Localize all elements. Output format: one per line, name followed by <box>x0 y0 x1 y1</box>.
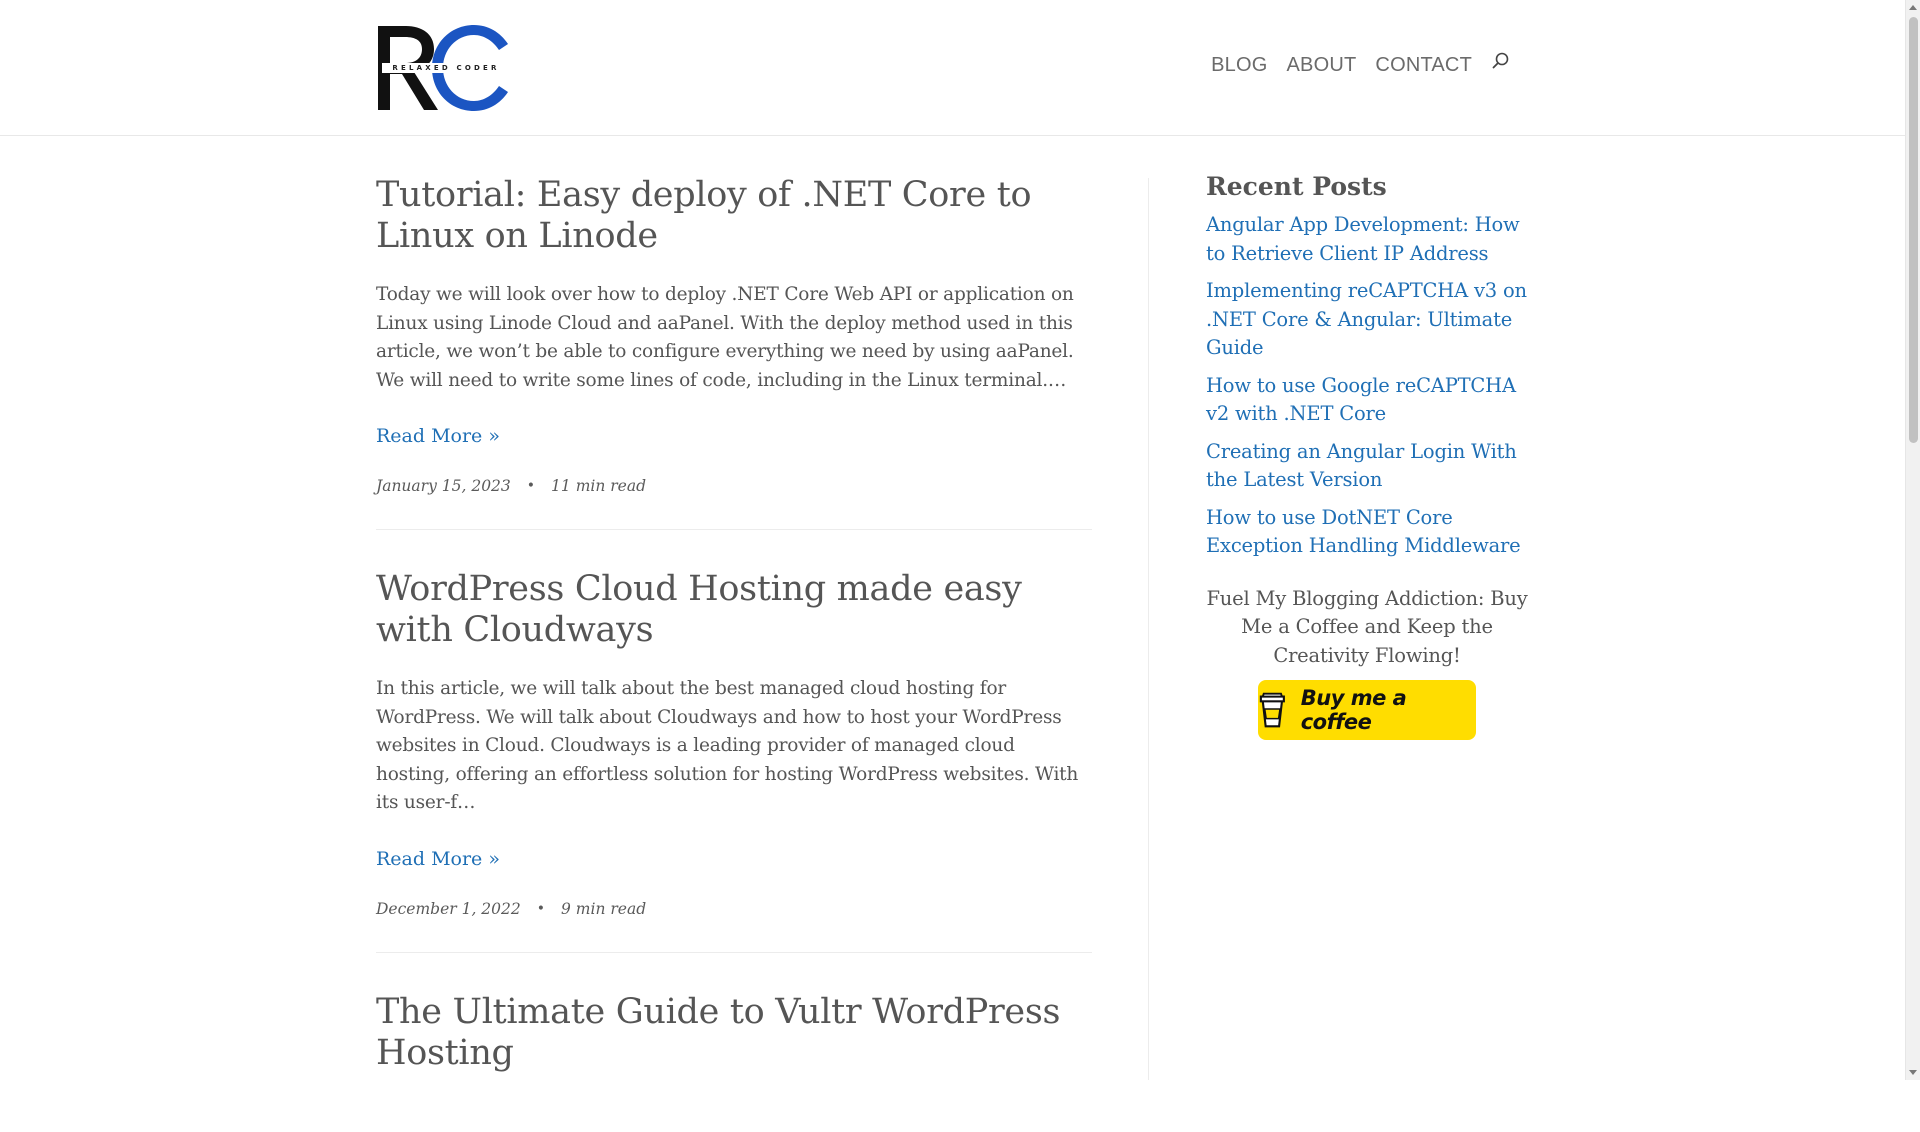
nav-blog[interactable]: BLOG <box>1211 54 1267 77</box>
column-divider <box>1148 178 1149 1080</box>
meta-separator: • <box>536 900 546 917</box>
post-list: Tutorial: Easy deploy of .NET Core to Li… <box>376 136 1092 1132</box>
read-more-link[interactable]: Read More » <box>376 425 500 447</box>
recent-post-link[interactable]: Implementing reCAPTCHA v3 on .NET Core &… <box>1206 279 1527 359</box>
page-scrollbar[interactable] <box>1905 0 1920 1080</box>
main-nav: BLOG ABOUT CONTACT <box>1211 51 1513 77</box>
post-item: The Ultimate Guide to Vultr WordPress Ho… <box>376 953 1092 1132</box>
post-read-time: 9 min read <box>561 899 647 918</box>
post-title[interactable]: WordPress Cloud Hosting made easy with C… <box>376 569 1092 651</box>
list-item: Angular App Development: How to Retrieve… <box>1206 211 1528 268</box>
post-date: January 15, 2023 <box>376 477 511 495</box>
coffee-text: Fuel My Blogging Addiction: Buy Me a Cof… <box>1206 586 1528 667</box>
read-more-link[interactable]: Read More » <box>376 848 500 870</box>
recent-post-link[interactable]: How to use DotNET Core Exception Handlin… <box>1206 506 1521 558</box>
post-meta: December 1, 2022 • 9 min read <box>376 900 1092 918</box>
post-date: December 1, 2022 <box>376 899 521 918</box>
recent-posts-list: Angular App Development: How to Retrieve… <box>1206 211 1528 561</box>
nav-about[interactable]: ABOUT <box>1287 54 1357 77</box>
nav-contact[interactable]: CONTACT <box>1375 54 1472 77</box>
list-item: How to use Google reCAPTCHA v2 with .NET… <box>1206 372 1528 429</box>
search-icon[interactable] <box>1491 51 1513 73</box>
recent-post-link[interactable]: Angular App Development: How to Retrieve… <box>1206 213 1520 265</box>
recent-post-link[interactable]: How to use Google reCAPTCHA v2 with .NET… <box>1206 374 1516 426</box>
site-header: RELAXED CODER BLOG ABOUT CONTACT <box>0 0 1905 136</box>
post-excerpt: In this article, we will talk about the … <box>376 678 1079 813</box>
meta-separator: • <box>526 478 536 494</box>
list-item: Creating an Angular Login With the Lates… <box>1206 438 1528 495</box>
scrollbar-thumb[interactable] <box>1909 17 1918 443</box>
list-item: How to use DotNET Core Exception Handlin… <box>1206 504 1528 561</box>
post-title[interactable]: The Ultimate Guide to Vultr WordPress Ho… <box>376 992 1092 1074</box>
scroll-up-arrow-icon[interactable] <box>1909 5 1917 10</box>
coffee-cup-icon <box>1259 692 1285 728</box>
post-excerpt: Today we will look over how to deploy .N… <box>376 284 1074 391</box>
scroll-down-arrow-icon[interactable] <box>1909 1070 1917 1075</box>
post-read-time: 11 min read <box>551 477 647 495</box>
buy-me-a-coffee-button[interactable]: Buy me a coffee <box>1258 680 1476 740</box>
post-item: Tutorial: Easy deploy of .NET Core to Li… <box>376 136 1092 530</box>
recent-posts-title: Recent Posts <box>1206 172 1387 201</box>
logo-tagline: RELAXED CODER <box>382 63 510 73</box>
post-item: WordPress Cloud Hosting made easy with C… <box>376 530 1092 953</box>
sidebar: Recent Posts Angular App Development: Ho… <box>1206 172 1528 740</box>
post-meta: January 15, 2023 • 11 min read <box>376 477 1092 495</box>
recent-post-link[interactable]: Creating an Angular Login With the Lates… <box>1206 440 1517 492</box>
list-item: Implementing reCAPTCHA v3 on .NET Core &… <box>1206 277 1528 363</box>
coffee-button-label: Buy me a coffee <box>1300 686 1407 734</box>
post-title[interactable]: Tutorial: Easy deploy of .NET Core to Li… <box>376 175 1092 257</box>
